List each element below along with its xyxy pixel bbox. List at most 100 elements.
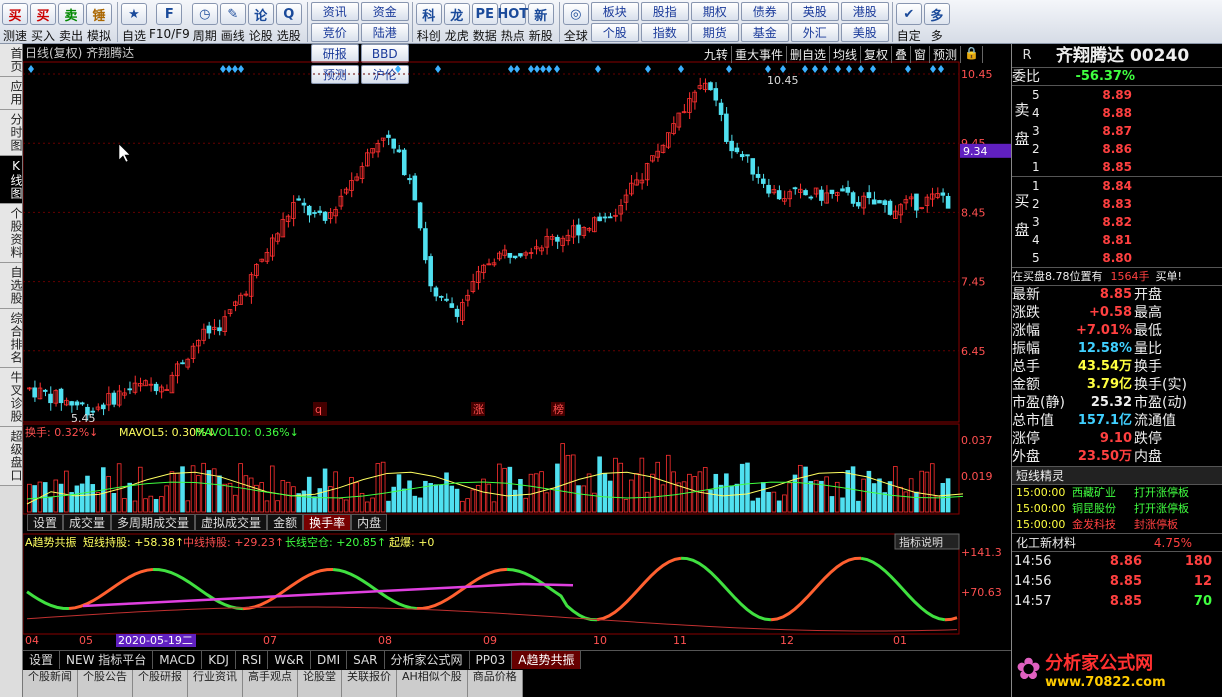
indicator-tab[interactable]: SAR (347, 651, 385, 669)
volume-subtab[interactable]: 内盘 (351, 514, 388, 531)
toolbar-grid-button[interactable]: 竞价 (310, 23, 359, 42)
toolbar-grid-button[interactable]: 资讯 (310, 2, 359, 21)
toolbar-button-3[interactable]: 锤模拟 (86, 0, 112, 44)
toolbar-grid-button[interactable]: 基金 (740, 23, 789, 42)
news-tab[interactable]: 个股公告 (78, 670, 133, 697)
toolbar-grid-button[interactable]: 板块 (590, 2, 639, 21)
elf-stock: 铜昆股份 (1072, 502, 1116, 515)
toolbar-grid-button[interactable]: 资金 (360, 2, 409, 21)
toolbar-button-1[interactable]: 多多 (923, 0, 950, 44)
candle-body (877, 200, 882, 204)
chart-top-button[interactable]: 预测 (930, 46, 962, 63)
toolbar-button-4[interactable]: 论论股 (247, 0, 274, 44)
chart-top-button[interactable]: 复权 (861, 46, 892, 63)
toolbar-grid-button[interactable]: 外汇 (790, 23, 839, 42)
chart-top-button[interactable]: 🔒 (961, 46, 983, 63)
indicator-tab[interactable]: A趋势共振 (512, 651, 582, 669)
chart-top-button[interactable]: 叠 (892, 46, 912, 63)
toolbar-button-2[interactable]: 卖卖出 (58, 0, 84, 44)
toolbar-button-1[interactable]: 买买入 (30, 0, 56, 44)
left-nav-tab-1[interactable]: 应用 (0, 77, 23, 110)
volume-bar (507, 466, 513, 513)
left-nav-tab-4[interactable]: 个股资料 (0, 204, 23, 263)
chart-top-button[interactable]: 删自选 (787, 46, 830, 63)
left-nav-tab-8[interactable]: 超级盘口 (0, 427, 23, 486)
toolbar-grid-button[interactable]: 股指 (640, 2, 689, 21)
toolbar-grid-button[interactable]: 债券 (740, 2, 789, 21)
toolbar-button-0[interactable]: ✔ 自定 (895, 0, 922, 44)
toolbar-button-5[interactable]: Q 选股 (275, 0, 302, 44)
marker-label: q (315, 403, 322, 416)
toolbar-button-2[interactable]: PE 数据 (471, 0, 498, 44)
volume-subtab[interactable]: 设置 (27, 514, 64, 531)
sector-name: 化工新材料 (1016, 536, 1077, 550)
toolbar-grid-button[interactable]: 个股 (590, 23, 639, 42)
toolbar-grid-button[interactable]: 期权 (690, 2, 739, 21)
indicator-tab[interactable]: DMI (311, 651, 348, 669)
news-tab[interactable]: 商品价格 (467, 670, 523, 697)
indicator-tab[interactable]: 设置 (23, 651, 61, 669)
volume-bar (750, 500, 756, 513)
chart-top-button[interactable]: 窗 (911, 46, 931, 63)
volume-subtab[interactable]: 多周期成交量 (111, 514, 196, 531)
volume-subtab[interactable]: 成交量 (63, 514, 112, 531)
toolbar-button-0[interactable]: ◎ 全球 (562, 0, 589, 44)
volume-bar (407, 480, 412, 513)
event-diamond-icon (28, 65, 34, 73)
toolbar-grid-button[interactable]: 指数 (640, 23, 689, 42)
volume-subtab[interactable]: 虚拟成交量 (195, 514, 268, 531)
candle-body (407, 178, 412, 181)
volume-bar (718, 484, 724, 513)
volume-bar (122, 498, 127, 513)
elf-row[interactable]: 15:00:00 金发科技 封涨停板 (1012, 517, 1222, 533)
toolbar-grid-button[interactable]: 美股 (840, 23, 889, 42)
volume-subtab[interactable]: 金额 (267, 514, 304, 531)
volume-bar (412, 495, 418, 513)
toolbar-button-0[interactable]: 买测速 (2, 0, 28, 44)
left-nav-tab-6[interactable]: 综合排名 (0, 309, 23, 368)
toolbar-button-4[interactable]: 新新股 (527, 0, 554, 44)
indicator-tab[interactable]: 分析家公式网 (385, 651, 470, 669)
toolbar-grid-button[interactable]: 陆港 (360, 23, 409, 42)
candle-body (301, 202, 307, 206)
indicator-tab[interactable]: KDJ (202, 651, 236, 669)
news-tab[interactable]: 行业资讯 (188, 670, 243, 697)
volume-bar (180, 466, 185, 513)
toolbar-button-1[interactable]: F F10/F9 (149, 0, 190, 44)
indicator-tab[interactable]: RSI (236, 651, 269, 669)
kline-chart-svg[interactable]: 10.459.458.457.456.459.3410.455.45q 涨榜换手:… (23, 44, 1011, 697)
toolbar-button-2[interactable]: ◷ 周期 (191, 0, 218, 44)
indicator-tab[interactable]: PP03 (470, 651, 513, 669)
indicator-tab[interactable]: NEW 指标平台 (60, 651, 154, 669)
left-nav-tab-5[interactable]: 自选股 (0, 263, 23, 309)
toolbar-grid-button[interactable]: 港股 (840, 2, 889, 21)
candle-body (555, 236, 560, 242)
news-tab[interactable]: 论股堂 (298, 670, 342, 697)
toolbar-button-1[interactable]: 龙龙虎 (443, 0, 470, 44)
toolbar-grid-button[interactable]: 期货 (690, 23, 739, 42)
toolbar-button-0[interactable]: ★ 自选 (121, 0, 147, 44)
volume-bar (280, 480, 286, 513)
left-nav-tab-7[interactable]: 牛叉诊股 (0, 368, 23, 427)
elf-row[interactable]: 15:00:00 铜昆股份 打开涨停板 (1012, 501, 1222, 517)
kline-chart-area[interactable]: 10.45 9.45 8.45 7.45 6.45 9.34 10.45 5.45 q 涨榜换手:… (23, 44, 1011, 697)
news-tab[interactable]: AH相似个股 (397, 670, 468, 697)
toolbar-button-3[interactable]: HOT 热点 (497, 0, 528, 44)
news-tab[interactable]: 个股研报 (133, 670, 188, 697)
volume-subtab[interactable]: 换手率 (303, 514, 352, 531)
left-nav-tab-0[interactable]: 首页 (0, 44, 23, 77)
chart-top-button[interactable]: 重大事件 (732, 46, 787, 63)
toolbar-grid-button[interactable]: 英股 (790, 2, 839, 21)
indicator-tab[interactable]: W&R (268, 651, 311, 669)
toolbar-button-0[interactable]: 科科创 (415, 0, 442, 44)
chart-top-button[interactable]: 九转 (701, 46, 732, 63)
indicator-tab[interactable]: MACD (153, 651, 203, 669)
left-nav-tab-3[interactable]: K线图 (0, 156, 23, 204)
elf-row[interactable]: 15:00:00 西藏矿业 打开涨停板 (1012, 485, 1222, 501)
toolbar-button-3[interactable]: ✎ 画线 (219, 0, 246, 44)
news-tab[interactable]: 高手观点 (243, 670, 298, 697)
news-tab[interactable]: 关联报价 (342, 670, 397, 697)
chart-top-button[interactable]: 均线 (830, 46, 861, 63)
news-tab[interactable]: 个股新闻 (23, 670, 78, 697)
left-nav-tab-2[interactable]: 分时图 (0, 110, 23, 156)
